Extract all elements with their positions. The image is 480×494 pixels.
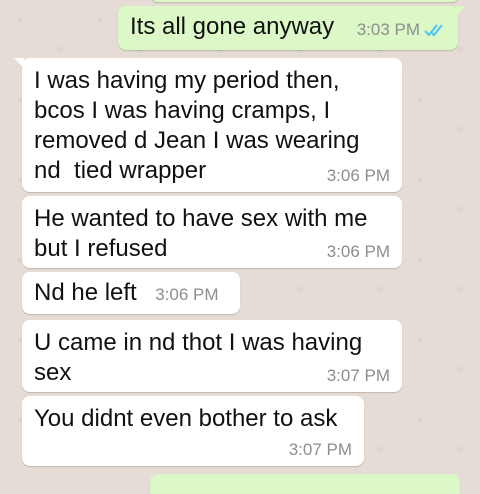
message-time: 3:06 PM: [155, 285, 219, 304]
message-bubble-incoming[interactable]: I was having my period then, bcos I was …: [14, 58, 402, 192]
message-time: 3:07 PM: [288, 440, 352, 459]
message-bubble-incoming[interactable]: You didnt even bother to ask 3:07 PM: [22, 396, 364, 466]
message-meta: 3:03 PM: [357, 20, 446, 40]
message-bubble-partial-top: [150, 0, 460, 2]
message-time: 3:07 PM: [326, 366, 390, 385]
message-bubble-partial-bottom: [150, 474, 460, 494]
message-meta: 3:07 PM: [327, 366, 390, 386]
message-bubble-outgoing[interactable]: Its all gone anyway 3:03 PM: [118, 6, 466, 50]
message-time: 3:03 PM: [356, 20, 420, 39]
message-meta: 3:07 PM: [289, 440, 352, 460]
chat-conversation: Its all gone anyway 3:03 PM I was having…: [0, 0, 480, 494]
message-time: 3:06 PM: [326, 242, 390, 261]
double-check-read-icon: [424, 24, 443, 37]
message-meta: 3:06 PM: [327, 242, 390, 262]
message-text: Nd he left: [34, 279, 137, 306]
message-bubble-incoming[interactable]: U came in nd thot I was having sex 3:07 …: [22, 320, 402, 392]
message-bubble-incoming[interactable]: He wanted to have sex with me but I refu…: [22, 196, 402, 268]
message-time: 3:06 PM: [326, 166, 390, 185]
message-text: Its all gone anyway: [130, 13, 335, 40]
message-text: You didnt even bother to ask: [34, 405, 338, 432]
message-bubble-incoming[interactable]: Nd he left 3:06 PM: [22, 272, 240, 314]
message-meta: 3:06 PM: [327, 166, 390, 186]
